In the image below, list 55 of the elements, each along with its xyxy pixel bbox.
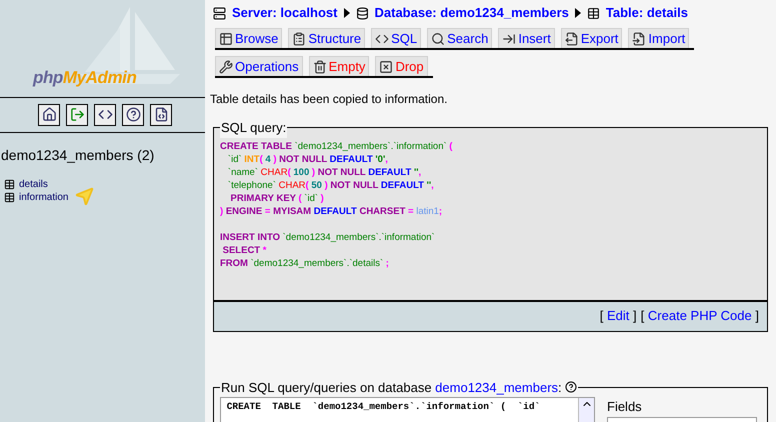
database-link[interactable]: demo1234_members [435, 380, 558, 394]
file-export-icon [564, 32, 579, 46]
tab[interactable]: Insert [498, 28, 555, 48]
code-button[interactable] [94, 104, 116, 126]
tab[interactable]: Browse [215, 28, 282, 48]
database-name[interactable]: demo1234_members (2) [1, 144, 205, 166]
document-icon [154, 107, 168, 122]
logo-text: phpMyAdmin [33, 68, 136, 87]
code-icon [98, 107, 112, 122]
bracket: ] [633, 308, 637, 324]
tab[interactable]: Operations [215, 56, 303, 76]
table-icon [4, 178, 15, 190]
help-button[interactable] [122, 104, 144, 126]
help-icon [564, 381, 577, 394]
home-button[interactable] [38, 104, 60, 126]
clipboard-icon [292, 32, 306, 46]
bracket: ] [755, 308, 759, 324]
insert-arrow-icon [502, 32, 516, 46]
tab[interactable]: Export [560, 28, 622, 48]
triangle-icon [344, 8, 350, 18]
tab[interactable]: SQL [371, 28, 422, 48]
database-icon [356, 6, 368, 20]
query-link[interactable]: Create PHP Code [648, 308, 752, 324]
bracket: [ [600, 308, 604, 324]
table-link[interactable]: details [19, 176, 48, 192]
table-icon [586, 6, 600, 20]
fields-label: Fields [607, 398, 643, 416]
panel-legend: Run SQL query/queries on database demo1234_members: [221, 378, 562, 397]
breadcrumb-link[interactable]: Server: localhost [232, 3, 338, 23]
wrench-icon [219, 60, 233, 74]
table-icon [4, 192, 15, 202]
table-icon [219, 32, 233, 46]
tab[interactable]: Search [427, 28, 492, 48]
exit-icon [70, 107, 84, 122]
search-icon [431, 32, 446, 46]
tab[interactable]: Import [628, 28, 690, 48]
sql-code: CREATE TABLE `demo1234_members`.`information` ( `id` INT( 4 ) NOT NULL DEFAULT '0', `name` CHAR( 100 ) NOT NULL DEFAULT '', `telephone` CHAR( 50 ) NOT NULL DEFAULT '', PRIMARY KEY ( `id` ) ) ENGINE = MYISAM DEFAULT CHARSET = latin1; INSERT INTO `demo1234_members`.`information` SELECT * FROM `demo1234_members`.`details` ; [220, 140, 454, 270]
file-import-icon [632, 32, 646, 46]
breadcrumb-link[interactable]: Database: demo1234_members [374, 3, 569, 23]
sql-textarea[interactable]: CREATE TABLE `demo1234_members`.`information` ( `id` [220, 397, 595, 422]
document-button[interactable] [150, 104, 172, 126]
breadcrumb-link[interactable]: Table: details [606, 3, 688, 23]
trash-icon [312, 60, 327, 74]
server-icon [213, 6, 226, 20]
status-message: Table details has been copied to information. [210, 91, 448, 108]
bracket: [ [640, 308, 644, 324]
cross-icon [379, 60, 394, 74]
triangle-icon [574, 8, 581, 18]
query-link[interactable]: Edit [607, 308, 630, 324]
help-icon [126, 107, 140, 122]
home-icon [42, 107, 56, 122]
tab[interactable]: Structure [288, 28, 366, 48]
exit-button[interactable] [66, 104, 88, 126]
pointer-icon [74, 185, 96, 207]
table-link[interactable]: information [19, 190, 68, 204]
